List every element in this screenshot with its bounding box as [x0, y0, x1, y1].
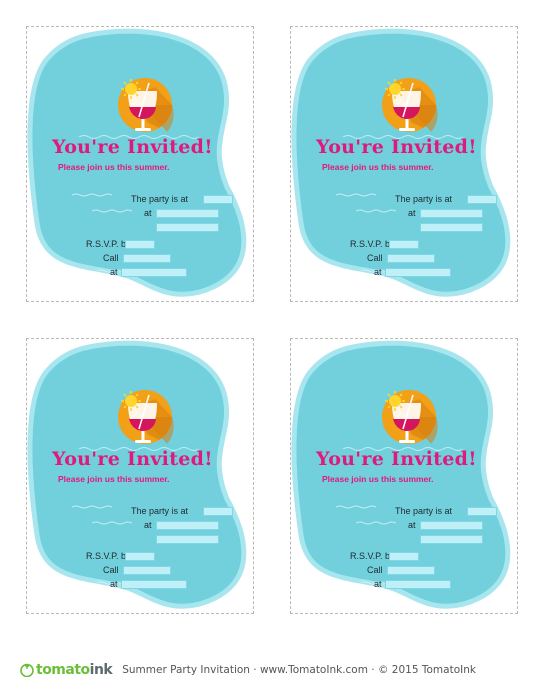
rsvp-date-field[interactable]	[389, 240, 419, 249]
party-label: The party is at	[395, 194, 453, 204]
party-at-label: at	[408, 520, 416, 530]
rsvp-date-field[interactable]	[389, 552, 419, 561]
call-name-field[interactable]	[387, 566, 435, 575]
phone-at-label: at	[374, 267, 382, 277]
footer-text: Summer Party Invitation · www.TomatoInk.…	[122, 664, 476, 676]
logo-tomato-text: tomato	[36, 662, 90, 678]
invitation-title: You're Invited!	[52, 136, 213, 158]
invitation-card-1: You're Invited! Please join us this summ…	[26, 26, 254, 302]
party-location-field[interactable]	[420, 521, 483, 530]
logo-ink-text: ink	[89, 662, 113, 678]
call-label: Call	[103, 253, 119, 263]
party-location-field-2[interactable]	[156, 535, 219, 544]
party-label: The party is at	[395, 506, 453, 516]
rsvp-label: R.S.V.P. by	[86, 551, 131, 561]
party-at-label: at	[144, 520, 152, 530]
invitation-subtitle: Please join us this summer.	[322, 474, 434, 484]
invitation-title: You're Invited!	[316, 136, 477, 158]
invitation-title: You're Invited!	[316, 448, 477, 470]
party-location-field-2[interactable]	[420, 223, 483, 232]
phone-number-field[interactable]	[385, 268, 451, 277]
rsvp-date-field[interactable]	[125, 552, 155, 561]
tomato-logo-icon	[20, 663, 34, 677]
invitation-subtitle: Please join us this summer.	[322, 162, 434, 172]
invitation-card-2: You're Invited! Please join us this summ…	[290, 26, 518, 302]
party-at-label: at	[408, 208, 416, 218]
rsvp-label: R.S.V.P. by	[350, 551, 395, 561]
call-name-field[interactable]	[387, 254, 435, 263]
call-label: Call	[367, 253, 383, 263]
phone-number-field[interactable]	[121, 268, 187, 277]
party-location-field-2[interactable]	[156, 223, 219, 232]
invitation-title: You're Invited!	[52, 448, 213, 470]
call-label: Call	[367, 565, 383, 575]
party-date-field[interactable]	[467, 195, 497, 204]
invitation-subtitle: Please join us this summer.	[58, 162, 170, 172]
party-location-field-2[interactable]	[420, 535, 483, 544]
party-location-field[interactable]	[156, 521, 219, 530]
rsvp-label: R.S.V.P. by	[86, 239, 131, 249]
party-at-label: at	[144, 208, 152, 218]
rsvp-date-field[interactable]	[125, 240, 155, 249]
invitation-card-4: You're Invited! Please join us this summ…	[290, 338, 518, 614]
phone-number-field[interactable]	[121, 580, 187, 589]
call-name-field[interactable]	[123, 254, 171, 263]
party-location-field[interactable]	[420, 209, 483, 218]
call-label: Call	[103, 565, 119, 575]
footer: tomato ink Summer Party Invitation · www…	[20, 660, 476, 680]
call-name-field[interactable]	[123, 566, 171, 575]
party-location-field[interactable]	[156, 209, 219, 218]
party-label: The party is at	[131, 194, 189, 204]
phone-at-label: at	[110, 579, 118, 589]
rsvp-label: R.S.V.P. by	[350, 239, 395, 249]
party-label: The party is at	[131, 506, 189, 516]
party-date-field[interactable]	[467, 507, 497, 516]
party-date-field[interactable]	[203, 195, 233, 204]
phone-number-field[interactable]	[385, 580, 451, 589]
invitation-card-3: You're Invited! Please join us this summ…	[26, 338, 254, 614]
phone-at-label: at	[374, 579, 382, 589]
party-date-field[interactable]	[203, 507, 233, 516]
invitation-subtitle: Please join us this summer.	[58, 474, 170, 484]
phone-at-label: at	[110, 267, 118, 277]
